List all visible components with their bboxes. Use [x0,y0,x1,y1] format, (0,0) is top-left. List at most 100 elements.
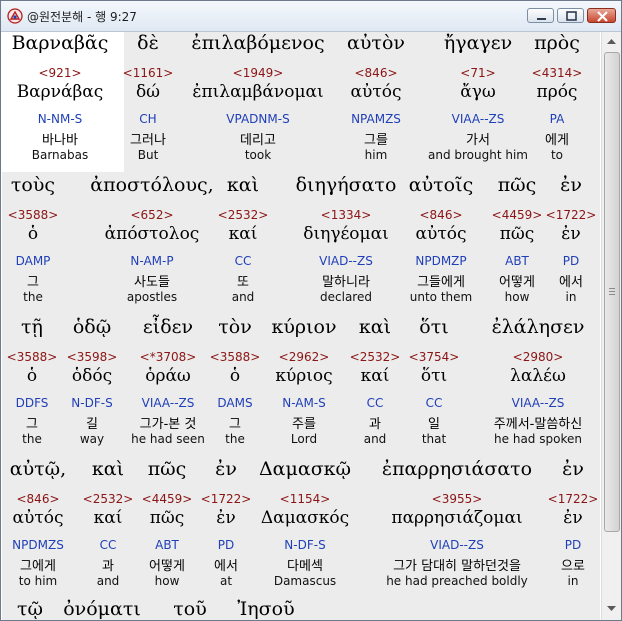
korean-gloss: 또 [237,275,249,290]
strong-number: <846> [419,208,463,222]
greek-word[interactable]: κύριον [271,316,336,338]
english-gloss: declared [320,290,372,304]
english-gloss: and [363,432,387,446]
greek-word[interactable]: ἐν [562,458,584,480]
scroll-up-arrow-icon[interactable] [603,33,620,50]
korean-gloss: 데리고 [240,133,276,148]
greek-word[interactable]: αὐτὸν [347,32,405,54]
strong-number: <652> [130,208,174,222]
greek-word[interactable]: τῇ [21,316,43,338]
strong-number: <*3708> [139,350,197,364]
english-gloss: Damascus [273,574,337,588]
parsing-code: PD [217,538,235,552]
greek-word[interactable]: ἐπαρρησιάσατο [382,458,532,480]
parsing-code: DDFS [15,396,49,410]
title-bar[interactable]: @원전분해 - 행 9:27 [1,1,621,32]
greek-word[interactable]: πῶς [498,174,537,196]
greek-word[interactable]: καὶ [227,174,259,196]
minimize-button[interactable] [527,8,554,23]
parsing-code: N-AM-P [130,254,174,268]
greek-word[interactable]: ἐλάλησεν [492,316,585,338]
strong-number: <846> [354,66,398,80]
parsing-code: VIAD--ZS [319,254,373,268]
english-gloss: Barnabas [31,148,89,162]
parsing-code: N-AM-S [282,396,326,410]
lemma-word: πῶς [149,508,185,528]
korean-gloss: 그에게 [20,559,56,574]
lemma-word: Δαμασκός [260,508,350,528]
korean-gloss: 주께서-말씀하신 [493,417,583,432]
parsing-code: DAMS [217,396,253,410]
greek-word[interactable]: τοῦ [173,598,207,620]
greek-word[interactable]: ὀνόματι [63,598,141,620]
scrollbar-thumb[interactable] [604,52,620,532]
korean-gloss: 에게 [545,133,569,148]
greek-word[interactable]: τὸν [218,316,252,338]
lemma-word: δώ [135,82,161,102]
korean-gloss: 에서 [559,275,583,290]
english-gloss: to him [18,574,58,588]
korean-gloss: 으로 [561,559,585,574]
lemma-word: ἐν [563,508,583,528]
english-gloss: at [219,574,233,588]
greek-word[interactable]: καὶ [92,458,124,480]
english-gloss: he had spoken [494,432,582,446]
app-window: @원전분해 - 행 9:27 Βαρναβᾶς <921> Βαρνάβας N-NM… [0,0,622,621]
greek-word[interactable]: Βαρναβᾶς [12,32,109,54]
parsing-code: PD [562,254,580,268]
app-icon [7,8,23,24]
greek-word[interactable]: εἶδεν [143,316,193,338]
english-gloss: and [96,574,120,588]
greek-word[interactable]: ἐπιλαβόμενος [191,32,324,54]
parsing-code: CC [234,254,252,268]
lemma-word: καί [93,508,123,528]
korean-gloss: 그 [27,275,39,290]
greek-word[interactable]: ἐν [215,458,237,480]
greek-word[interactable]: πρὸς [534,32,580,54]
strong-number: <4459> [491,208,543,222]
greek-word[interactable]: ἀποστόλους, [90,174,213,196]
greek-word[interactable]: διηγήσατο [296,174,397,196]
greek-word[interactable]: αὐτοῖς [409,174,473,196]
greek-word[interactable]: ὅτι [419,316,448,338]
english-gloss: the [225,432,245,446]
thumb-grip-line [609,288,615,289]
greek-word[interactable]: Ἰησοῦ [237,598,294,620]
maximize-button[interactable] [557,8,584,23]
greek-word[interactable]: τοὺς [11,174,55,196]
lemma-word: ὁ [229,366,241,386]
lemma-word: κύριος [275,366,333,386]
greek-word[interactable]: καὶ [359,316,391,338]
thumb-grip-line [609,291,615,292]
english-gloss: the [23,290,43,304]
english-gloss: that [421,432,447,446]
greek-word[interactable]: ἐν [560,174,582,196]
strong-number: <4459> [141,492,193,506]
greek-word[interactable]: ὁδῷ [73,316,111,338]
greek-word[interactable]: ἤγαγεν [444,32,512,54]
lemma-word: διηγέομαι [303,224,389,244]
korean-gloss: 에서 [214,559,238,574]
close-button[interactable] [587,8,616,23]
strong-number: <4314> [531,66,583,80]
lemma-word: ὁράω [145,366,191,386]
korean-gloss: 그가-본 것 [139,417,197,432]
korean-gloss: 주를 [292,417,316,432]
greek-word[interactable]: δὲ [137,32,159,54]
strong-number: <3588> [6,350,58,364]
english-gloss: way [79,432,105,446]
strong-number: <71> [460,66,496,80]
greek-word[interactable]: Δαμασκῷ [259,458,351,480]
strong-number: <2962> [278,350,330,364]
lemma-word: ἐν [216,508,236,528]
korean-gloss: 말하니라 [322,275,370,290]
greek-word[interactable]: πῶς [148,458,187,480]
parsing-code: NPAMZS [351,112,401,126]
korean-gloss: 바나바 [42,133,78,148]
scroll-down-arrow-icon[interactable] [603,600,620,617]
vertical-scrollbar[interactable] [601,32,621,620]
greek-word[interactable]: τῷ [17,598,43,620]
greek-word[interactable]: αὐτῷ, [10,458,66,480]
lemma-word: λαλέω [510,366,566,386]
english-gloss: he had preached boldly [386,574,528,588]
